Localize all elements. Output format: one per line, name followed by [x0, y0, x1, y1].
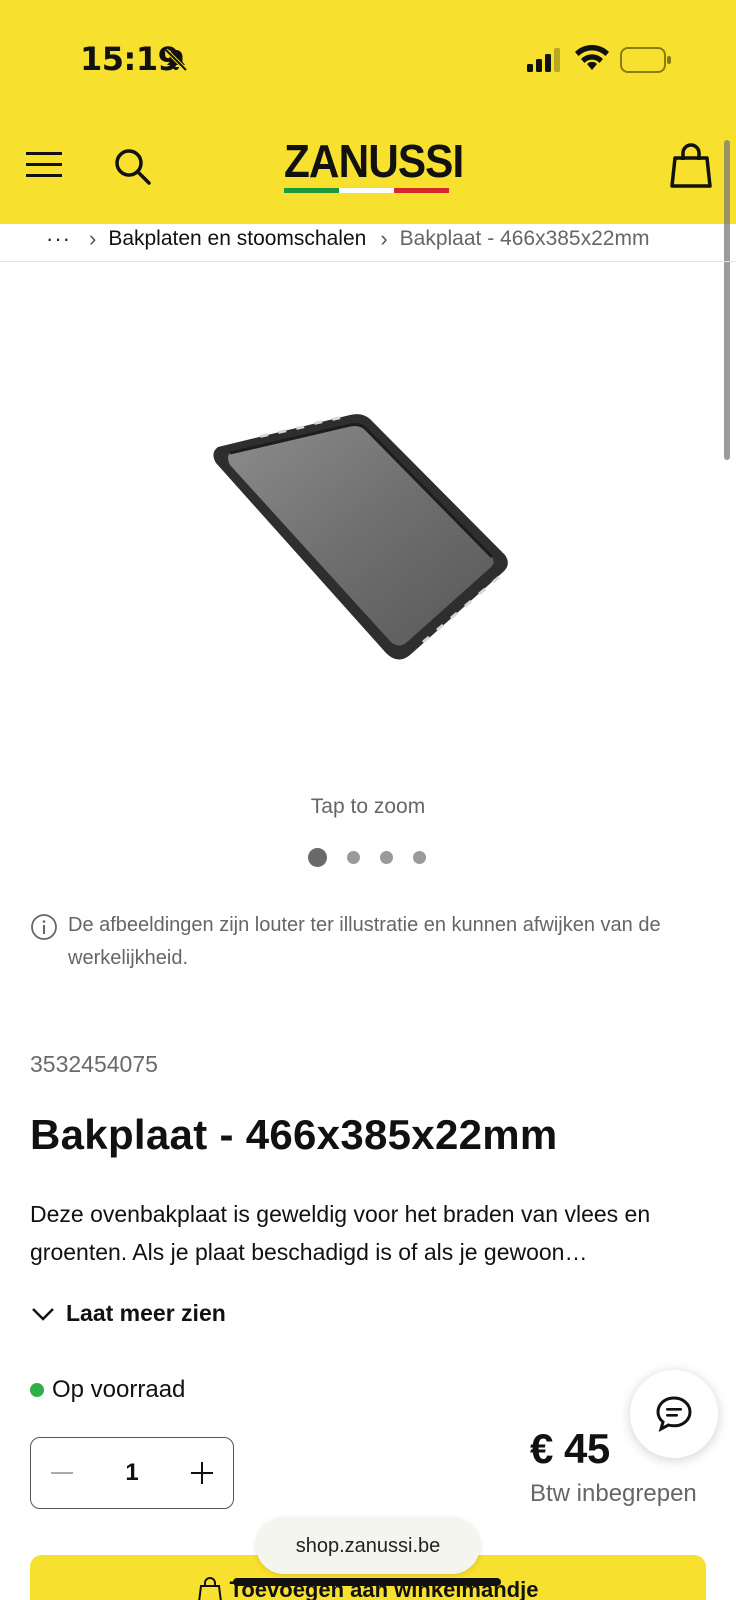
- shopping-bag-icon[interactable]: [670, 142, 712, 188]
- quantity-value[interactable]: 1: [125, 1459, 138, 1487]
- product-description: Deze ovenbakplaat is geweldig voor het b…: [30, 1201, 651, 1265]
- plus-icon[interactable]: [189, 1460, 215, 1486]
- show-more-label: Laat meer zien: [66, 1300, 226, 1326]
- show-more-button[interactable]: Laat meer zien: [30, 1300, 226, 1327]
- gallery-dot[interactable]: [347, 851, 360, 864]
- wifi-icon: [575, 44, 609, 70]
- cellular-signal-icon: [527, 48, 560, 72]
- logo-text: ZANUSSI: [284, 135, 464, 187]
- gallery-pagination: [308, 848, 446, 867]
- minus-icon[interactable]: [49, 1460, 75, 1486]
- zanussi-logo[interactable]: ZANUSSI: [284, 135, 464, 198]
- logo-stripe: [284, 188, 449, 193]
- bell-off-icon: [164, 48, 188, 72]
- search-icon[interactable]: [112, 146, 152, 186]
- chat-button[interactable]: [630, 1370, 718, 1458]
- chevron-down-icon: [32, 1307, 54, 1321]
- chevron-right-icon: ›: [88, 225, 97, 251]
- stock-status: Op voorraad: [30, 1376, 185, 1404]
- page-scrollbar[interactable]: [724, 140, 730, 460]
- breadcrumb-more-icon[interactable]: ···: [46, 226, 71, 252]
- shopping-bag-icon: [197, 1577, 222, 1600]
- in-stock-indicator: [30, 1383, 44, 1397]
- battery-icon: [620, 47, 671, 73]
- vat-note: Btw inbegrepen: [530, 1480, 697, 1507]
- image-disclaimer: De afbeeldingen zijn louter ter illustra…: [30, 913, 710, 975]
- menu-icon[interactable]: [26, 148, 62, 180]
- chevron-right-icon: ›: [380, 225, 388, 251]
- product-image[interactable]: [200, 395, 530, 685]
- product-title: Bakplaat - 466x385x22mm: [30, 1111, 558, 1158]
- stock-label: Op voorraad: [52, 1376, 186, 1403]
- chat-bubble-icon: [656, 1396, 692, 1432]
- gallery-dot[interactable]: [380, 851, 393, 864]
- disclaimer-text: De afbeeldingen zijn louter ter illustra…: [68, 914, 661, 969]
- url-text: shop.zanussi.be: [295, 1534, 441, 1557]
- product-sku: 3532454075: [30, 1051, 158, 1077]
- gallery-dot[interactable]: [413, 851, 426, 864]
- site-header: 15:19 ZANUSSI: [0, 0, 736, 224]
- browser-url-bar[interactable]: shop.zanussi.be: [256, 1518, 480, 1574]
- home-indicator: [233, 1578, 501, 1586]
- breadcrumb: ··· › Bakplaten en stoomschalen › Bakpla…: [0, 216, 736, 262]
- quantity-stepper: 1: [30, 1437, 234, 1509]
- product-price: € 45: [530, 1425, 610, 1472]
- breadcrumb-item-category[interactable]: Bakplaten en stoomschalen: [108, 227, 366, 251]
- info-icon: [31, 914, 57, 940]
- tap-to-zoom-hint: Tap to zoom: [310, 795, 426, 818]
- breadcrumb-item-current: Bakplaat - 466x385x22mm: [399, 226, 650, 250]
- gallery-dot[interactable]: [308, 848, 327, 867]
